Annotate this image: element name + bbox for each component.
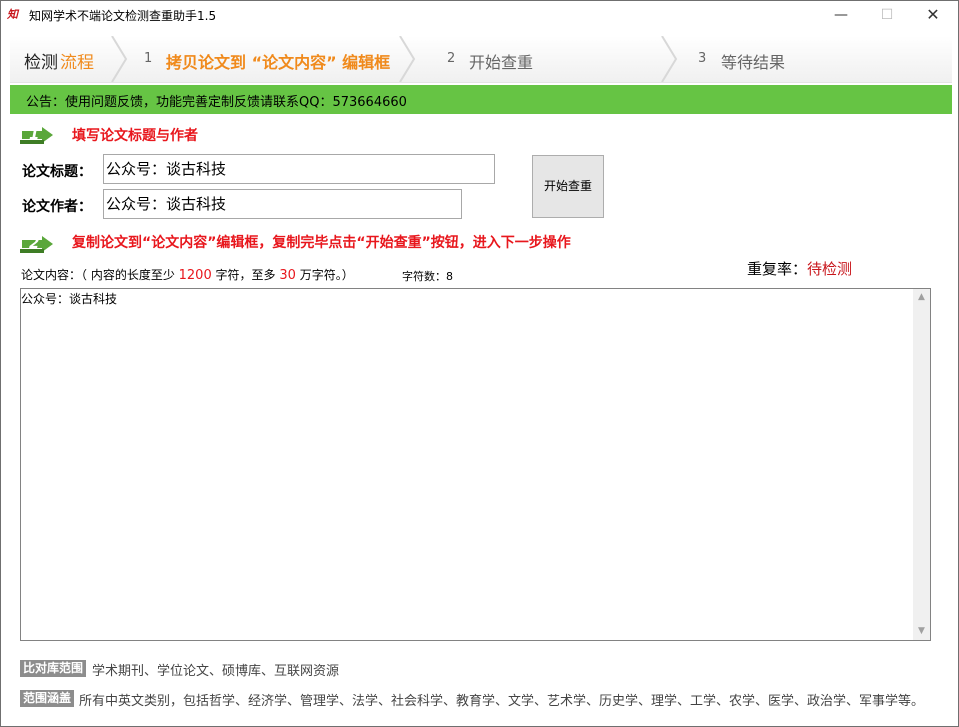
coverage-tag: 范围涵盖 [20,690,75,707]
step-divider-icon [661,36,678,82]
scroll-up-icon[interactable]: ▲ [913,289,930,306]
author-label: 论文作者： [22,199,92,215]
minimize-button[interactable]: — [818,1,864,31]
step-1-label: 拷贝论文到 “论文内容” 编辑框 [166,53,391,72]
hint-suffix: 万字符。） [295,268,354,282]
close-button[interactable]: ✕ [910,1,956,31]
coverage-text: 所有中英文类别，包括哲学、经济学、管理学、法学、社会科学、教育学、文学、艺术学、… [79,694,925,709]
compare-scope-tag: 比对库范围 [20,660,87,677]
process-step-bar: 检测 流程 1 拷贝论文到 “论文内容” 编辑框 2 开始查重 3 等待结果 [10,36,952,83]
step-1-badge-icon: 1 [20,125,54,145]
hint-middle: 字符，至多 [211,268,280,282]
app-logo-icon: 知 [7,8,18,21]
step-1-number: 1 [144,51,153,66]
step-1-badge-number: 1 [29,125,40,143]
editor-text[interactable]: 公众号：谈古科技 [21,290,117,307]
process-title-highlight: 流程 [60,53,94,73]
min-length-value: 1200 [178,268,212,283]
title-input[interactable]: 公众号：谈古科技 [103,154,495,184]
step-divider-icon [111,36,128,82]
content-editor[interactable]: 公众号：谈古科技 ▲ ▼ [20,288,931,641]
maximize-button[interactable]: ☐ [864,1,910,31]
step-2-label: 开始查重 [469,53,534,72]
content-length-hint: 论文内容：（ 内容的长度至少 1200 字符，至多 30 万字符。） [21,266,354,283]
char-count: 字符数：8 [402,270,453,283]
scroll-down-icon[interactable]: ▼ [913,623,930,640]
max-length-value: 30 [279,268,296,283]
step-2-badge-icon: 2 [20,234,54,254]
step-2-heading: 复制论文到“论文内容”编辑框，复制完毕点击“开始查重”按钮，进入下一步操作 [72,235,571,251]
window-title: 知网学术不端论文检测查重助手1.5 [29,9,217,23]
step-2-badge-number: 2 [29,234,40,252]
duplicate-rate: 重复率：待检测 [747,258,852,279]
notice-text: 公告：使用问题反馈，功能完善定制反馈请联系QQ：573664660 [26,95,407,110]
hint-prefix: 论文内容：（ 内容的长度至少 [21,268,179,282]
title-bar[interactable]: 知 知网学术不端论文检测查重助手1.5 — ☐ ✕ [1,1,958,31]
step-1-heading: 填写论文标题与作者 [72,128,198,144]
compare-scope-text: 学术期刊、学位论文、硕博库、互联网资源 [92,664,340,679]
editor-scrollbar[interactable]: ▲ ▼ [913,289,930,640]
step-3-number: 3 [698,51,707,66]
step-3-label: 等待结果 [721,53,786,72]
app-window: 知 知网学术不端论文检测查重助手1.5 — ☐ ✕ 检测 流程 1 拷贝论文到 … [0,0,959,727]
author-input[interactable]: 公众号：谈古科技 [103,189,462,219]
duplicate-rate-value: 待检测 [807,260,853,278]
step-divider-icon [399,36,416,82]
process-title: 检测 [24,53,58,73]
notice-bar: 公告：使用问题反馈，功能完善定制反馈请联系QQ：573664660 [10,85,952,114]
title-label: 论文标题： [22,164,92,180]
step-2-number: 2 [447,51,456,66]
duplicate-rate-label: 重复率： [747,260,808,278]
start-check-button[interactable]: 开始查重 [532,155,604,218]
